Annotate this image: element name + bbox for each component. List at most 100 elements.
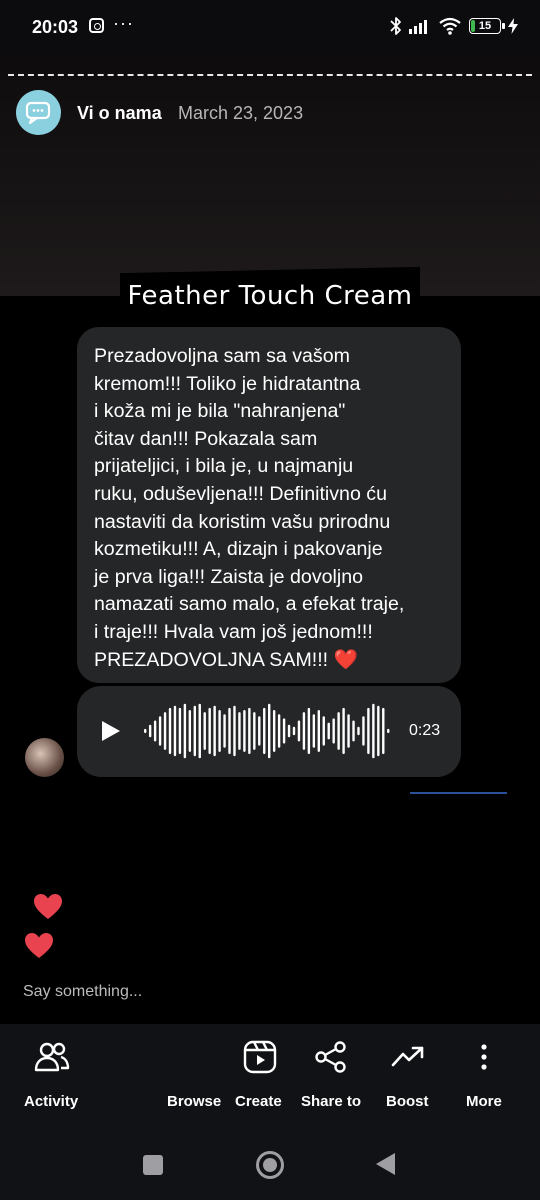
- signal-icon: [409, 20, 427, 34]
- heart-emoji: ❤️: [333, 648, 358, 671]
- home-button[interactable]: [256, 1151, 284, 1179]
- waveform-bar: [238, 712, 241, 750]
- waveform-bar: [317, 710, 320, 752]
- waveform-bar: [377, 705, 380, 757]
- share-label[interactable]: Share to: [301, 1093, 361, 1110]
- boost-label[interactable]: Boost: [386, 1093, 429, 1110]
- waveform-bar: [337, 712, 340, 750]
- reels-icon: [243, 1040, 277, 1074]
- waveform-bar: [372, 703, 375, 759]
- status-icons: 15: [390, 16, 518, 36]
- waveform-bar: [253, 712, 256, 750]
- waveform-bar: [292, 726, 296, 736]
- waveform-bar: [347, 714, 350, 748]
- heart-reaction-icon: [34, 894, 62, 919]
- story-background: [0, 56, 540, 296]
- chat-bubble-icon: [25, 101, 50, 124]
- waveform-bar: [322, 716, 325, 746]
- audio-waveform[interactable]: [144, 701, 392, 761]
- audio-duration: 0:23: [409, 722, 441, 739]
- more-button[interactable]: [476, 1040, 492, 1074]
- waveform-bar: [198, 703, 201, 759]
- waveform-bar: [168, 707, 172, 755]
- waveform-bar: [223, 714, 226, 748]
- back-button[interactable]: [376, 1153, 395, 1175]
- create-button[interactable]: [243, 1040, 277, 1074]
- waveform-bar: [173, 705, 177, 757]
- activity-button[interactable]: [34, 1040, 70, 1074]
- bluetooth-icon: [390, 17, 401, 35]
- waveform-bar: [297, 720, 301, 742]
- waveform-bar: [233, 705, 236, 757]
- story-progress-bar: [8, 74, 532, 76]
- activity-label[interactable]: Activity: [24, 1093, 78, 1110]
- waveform-bar: [183, 703, 187, 759]
- people-icon: [34, 1042, 70, 1072]
- more-label[interactable]: More: [466, 1093, 502, 1110]
- message-body: Prezadovoljna sam sa vašom kremom!!! Tol…: [94, 345, 405, 671]
- waveform-bar: [307, 707, 311, 755]
- waveform-bar: [263, 707, 266, 755]
- waveform-bar: [203, 712, 206, 750]
- heart-reaction-icon: [25, 933, 53, 958]
- message-text: Prezadovoljna sam sa vašom kremom!!! Tol…: [94, 343, 447, 674]
- story-title: Feather Touch Cream: [127, 281, 413, 311]
- battery-indicator: 15: [469, 18, 505, 34]
- waveform-bar: [153, 720, 157, 742]
- waveform-bar: [218, 710, 221, 752]
- waveform-bar: [193, 705, 196, 757]
- status-time: 20:03: [32, 17, 79, 37]
- waveform-bar: [188, 710, 192, 752]
- waveform-bar: [302, 712, 306, 750]
- waveform-bar: [287, 724, 291, 738]
- waveform-bar: [357, 726, 360, 736]
- more-vertical-icon: [481, 1044, 487, 1070]
- battery-level-text: 15: [478, 20, 492, 32]
- recent-apps-button[interactable]: [143, 1155, 163, 1175]
- waveform-bar: [178, 707, 182, 755]
- waveform-bar: [332, 718, 335, 744]
- divider-line: [410, 792, 507, 794]
- waveform-bar: [243, 710, 246, 752]
- trending-up-icon: [391, 1046, 424, 1067]
- reply-input[interactable]: [23, 983, 323, 1001]
- share-button[interactable]: [314, 1040, 348, 1074]
- author-name[interactable]: Vi o nama: [77, 103, 162, 124]
- waveform-bar: [213, 705, 216, 757]
- waveform-bar: [327, 722, 330, 740]
- waveform-bar: [208, 707, 211, 755]
- battery-fill: [471, 20, 475, 32]
- more-notifications-icon: ···: [113, 13, 134, 33]
- waveform-bar: [362, 716, 365, 746]
- voice-message: 0:23: [77, 686, 461, 777]
- waveform-bar: [272, 710, 276, 752]
- waveform-bar: [367, 707, 370, 755]
- waveform-bar: [163, 712, 167, 750]
- browse-label[interactable]: Browse: [167, 1093, 221, 1110]
- waveform-bar: [382, 707, 385, 755]
- waveform-bar: [248, 707, 251, 755]
- waveform-bar: [342, 707, 345, 755]
- waveform-bar: [144, 728, 147, 734]
- charging-icon: [508, 18, 518, 34]
- message-bubble: Prezadovoljna sam sa vašom kremom!!! Tol…: [77, 327, 461, 683]
- play-icon[interactable]: [101, 720, 121, 742]
- waveform-bar: [148, 724, 152, 738]
- wifi-icon: [439, 17, 461, 35]
- boost-button[interactable]: [391, 1040, 425, 1074]
- waveform-bar: [312, 714, 316, 748]
- waveform-bar: [282, 718, 286, 744]
- author-avatar[interactable]: [16, 90, 61, 135]
- waveform-bar: [158, 716, 162, 746]
- waveform-bar: [268, 703, 271, 759]
- waveform-bar: [352, 720, 355, 742]
- waveform-bar: [387, 728, 390, 734]
- post-date: March 23, 2023: [178, 103, 304, 123]
- waveform-bar: [277, 714, 281, 748]
- instagram-icon: [89, 18, 104, 33]
- waveform-bar: [258, 716, 261, 746]
- share-icon: [315, 1041, 346, 1073]
- waveform-bar: [228, 707, 231, 755]
- sender-avatar[interactable]: [25, 738, 64, 777]
- create-label[interactable]: Create: [235, 1093, 282, 1110]
